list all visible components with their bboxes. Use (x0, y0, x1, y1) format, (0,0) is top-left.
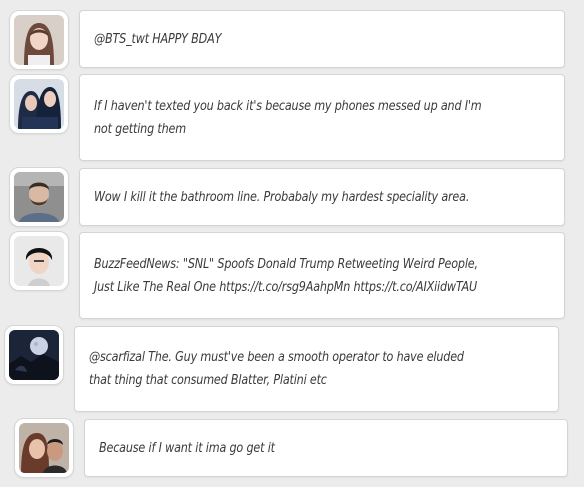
tweet-bubble[interactable]: Because if I want it ima go get it (84, 419, 568, 477)
avatar-couple-selfie-icon (19, 423, 69, 473)
avatar-man-dark-hair-icon (14, 236, 64, 286)
tweet-text: Wow I kill it the bathroom line. Probaba… (94, 189, 470, 205)
tweet-text: @scarfizal The. Guy must've been a smoot… (89, 350, 464, 388)
tweet-text: Because if I want it ima go get it (99, 440, 275, 456)
tweet-bubble[interactable]: BuzzFeedNews: "SNL" Spoofs Donald Trump … (79, 232, 565, 319)
tweet-bubble[interactable]: @scarfizal The. Guy must've been a smoot… (74, 326, 559, 412)
avatar-moon-night-icon (9, 330, 59, 380)
avatar-two-women-icon (14, 79, 64, 129)
tweet-feed: @BTS_twt HAPPY BDAY If I haven't texted … (0, 0, 584, 487)
avatar[interactable] (9, 167, 69, 227)
tweet-bubble[interactable]: Wow I kill it the bathroom line. Probaba… (79, 168, 565, 226)
avatar-man-beard-icon (14, 172, 64, 222)
tweet-bubble[interactable]: If I haven't texted you back it's becaus… (79, 74, 565, 161)
tweet-text: @BTS_twt HAPPY BDAY (94, 31, 222, 47)
avatar[interactable] (9, 74, 69, 134)
avatar[interactable] (9, 231, 69, 291)
avatar[interactable] (14, 418, 74, 478)
tweet-text: If I haven't texted you back it's becaus… (94, 98, 482, 137)
avatar[interactable] (9, 10, 69, 70)
avatar-woman-long-hair-icon (14, 15, 64, 65)
tweet-text: BuzzFeedNews: "SNL" Spoofs Donald Trump … (94, 256, 478, 295)
avatar[interactable] (4, 325, 64, 385)
tweet-bubble[interactable]: @BTS_twt HAPPY BDAY (79, 10, 565, 68)
